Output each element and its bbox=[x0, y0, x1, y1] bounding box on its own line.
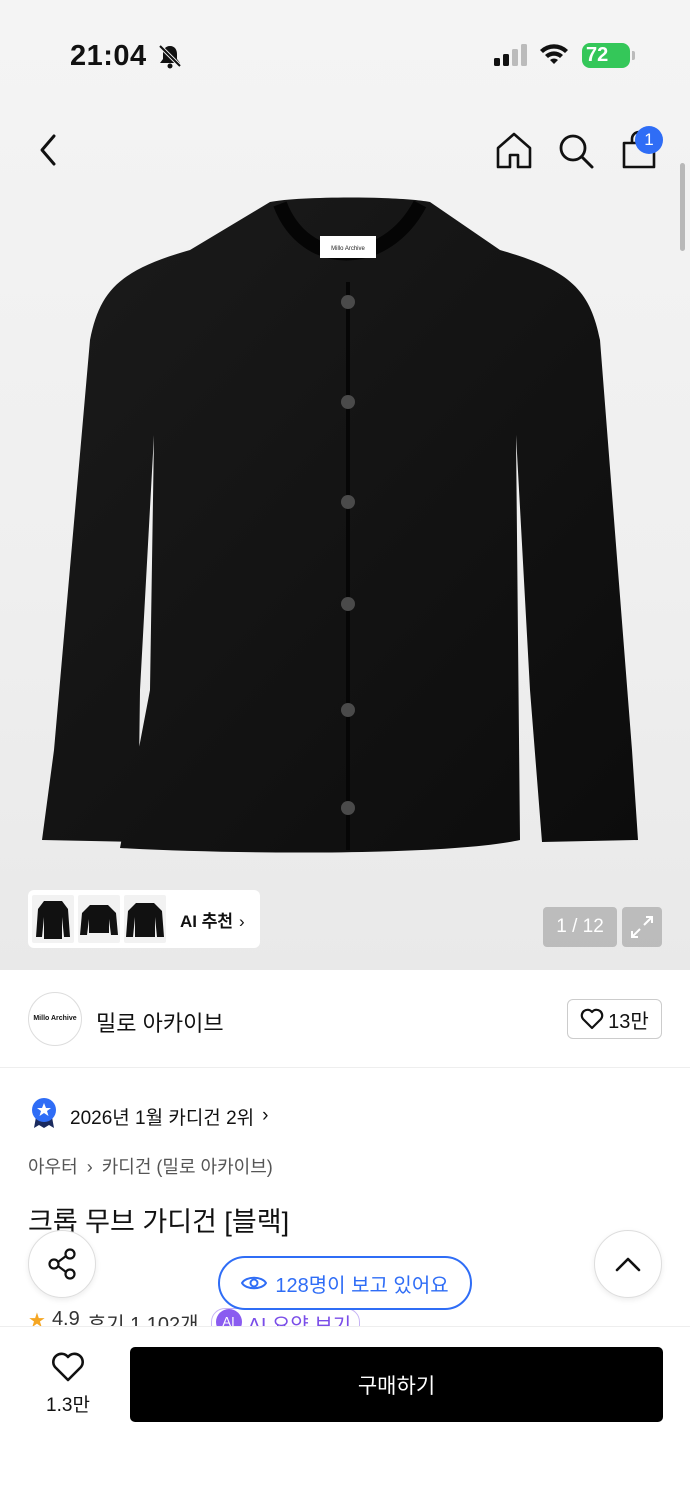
ai-summary-button[interactable]: AI AI 요약 보기 bbox=[210, 1308, 361, 1328]
wifi-icon bbox=[538, 42, 570, 71]
share-icon bbox=[48, 1248, 76, 1280]
image-counter: 1 / 12 bbox=[543, 907, 617, 947]
thumbnail-2[interactable] bbox=[78, 895, 120, 943]
rating-row[interactable]: ★ 4.9 후기 1,102개 AI AI 요약 보기 bbox=[28, 1308, 668, 1328]
ai-recommend-link[interactable]: AI 추천 › bbox=[180, 907, 245, 932]
breadcrumb-category[interactable]: 아우터 bbox=[28, 1157, 78, 1177]
top-nav bbox=[0, 120, 690, 180]
brand-like-count: 13만 bbox=[608, 1010, 649, 1033]
back-icon[interactable] bbox=[30, 132, 66, 173]
search-icon[interactable] bbox=[557, 132, 595, 175]
viewers-text: 128명이 보고 있어요 bbox=[275, 1274, 449, 1297]
brand-like-button[interactable]: 13만 bbox=[567, 999, 662, 1039]
home-icon[interactable] bbox=[494, 130, 534, 175]
bottom-bar: 1.3만 구매하기 bbox=[0, 1326, 690, 1500]
ai-recommend-label: AI 추천 bbox=[180, 911, 234, 931]
brand-name[interactable]: 밀로 아카이브 bbox=[96, 1006, 224, 1038]
chevron-right-icon: › bbox=[262, 1105, 269, 1126]
viewers-badge: 128명이 보고 있어요 bbox=[218, 1256, 472, 1310]
brand-row[interactable]: Millo Archive 밀로 아카이브 13만 bbox=[0, 970, 690, 1068]
scroll-top-button[interactable] bbox=[594, 1230, 662, 1298]
product-photo: Millo Archive bbox=[42, 197, 638, 853]
heart-icon bbox=[52, 1352, 84, 1382]
battery-nub bbox=[632, 51, 635, 60]
thumbnail-3[interactable] bbox=[124, 895, 166, 943]
ai-recommend-strip[interactable]: AI 추천 › bbox=[28, 890, 260, 948]
brand-logo[interactable]: Millo Archive bbox=[28, 992, 82, 1046]
ranking-link[interactable]: 2026년 1월 카디건 2위 › bbox=[30, 1097, 268, 1135]
wishlist-button[interactable]: 1.3만 bbox=[30, 1351, 106, 1417]
bell-off-icon bbox=[156, 42, 184, 75]
scrollbar[interactable] bbox=[680, 163, 685, 251]
rating-score: 4.9 bbox=[51, 1308, 80, 1328]
review-count[interactable]: 후기 1,102개 bbox=[88, 1308, 199, 1328]
share-button[interactable] bbox=[28, 1230, 96, 1298]
ranking-text: 2026년 1월 카디건 2위 bbox=[70, 1107, 255, 1129]
chevron-right-icon: › bbox=[239, 911, 245, 931]
medal-icon bbox=[30, 1097, 58, 1135]
status-bar: 21:04 72 bbox=[0, 0, 690, 110]
signal-icon bbox=[494, 44, 528, 71]
star-icon: ★ bbox=[28, 1310, 46, 1328]
eye-icon bbox=[241, 1276, 268, 1290]
breadcrumb-separator: › bbox=[86, 1157, 93, 1177]
status-time: 21:04 bbox=[70, 40, 147, 72]
product-tag-text: Millo Archive bbox=[331, 246, 365, 252]
expand-icon[interactable] bbox=[622, 907, 662, 947]
product-image-area[interactable]: 21:04 72 1 Millo Archive AI 추천 › 1 / 12 bbox=[0, 0, 690, 970]
battery-indicator: 72 bbox=[582, 43, 630, 68]
chevron-up-icon bbox=[615, 1257, 641, 1272]
breadcrumb: 아우터 › 카디건 (밀로 아카이브) bbox=[28, 1153, 277, 1179]
breadcrumb-subcategory[interactable]: 카디건 (밀로 아카이브) bbox=[102, 1157, 273, 1177]
thumbnail-1[interactable] bbox=[32, 895, 74, 943]
cart-count-badge: 1 bbox=[635, 126, 663, 154]
heart-icon bbox=[580, 1008, 604, 1030]
buy-button[interactable]: 구매하기 bbox=[130, 1347, 663, 1422]
wishlist-count: 1.3만 bbox=[46, 1395, 90, 1416]
